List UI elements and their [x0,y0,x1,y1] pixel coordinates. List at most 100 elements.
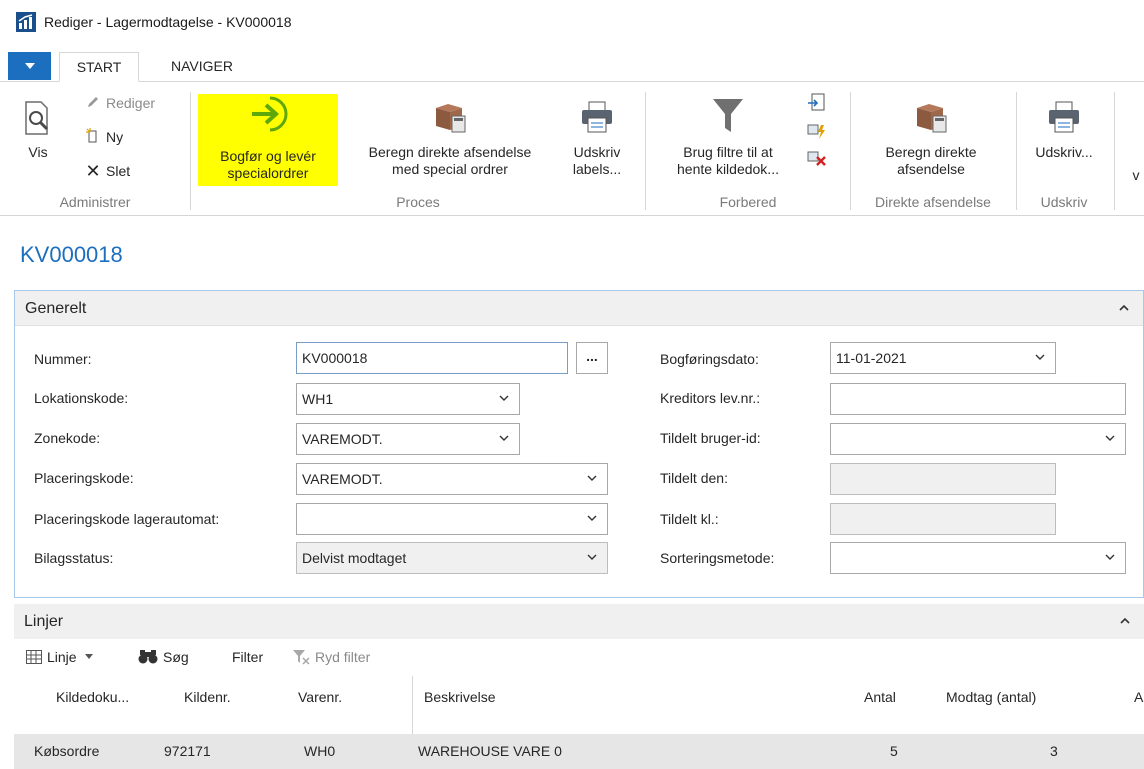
chevron-down-icon[interactable] [1035,354,1045,361]
column-header[interactable]: Kildenr. [184,689,231,705]
clear-filter-button[interactable]: Ryd filter [292,649,370,665]
sorteringsmetode-label: Sorteringsmetode: [660,550,775,566]
dropdown-arrow-icon [84,654,93,659]
ribbon: Vis Rediger Ny ✕ Slet Administrer Bogfør … [0,82,1144,216]
zonekode-field[interactable]: VAREMODT. [296,423,520,455]
tildelt-bruger-field[interactable] [830,423,1126,455]
document-lightning-icon[interactable] [806,121,828,143]
sorteringsmetode-field[interactable] [830,542,1126,574]
column-header[interactable]: Beskrivelse [424,689,496,705]
general-fasttab-header[interactable]: Generelt [15,291,1143,326]
new-document-icon [84,127,102,147]
chevron-down-icon[interactable] [587,475,597,482]
edit-button[interactable]: Rediger [84,92,155,114]
post-special-order-button[interactable]: Bogfør og levér specialordrer [198,94,338,186]
column-header[interactable]: Varenr. [298,689,342,705]
close-icon: ✕ [85,160,101,181]
ribbon-separator [1016,92,1017,210]
bilagsstatus-label: Bilagsstatus: [34,550,114,566]
application-menu-button[interactable] [8,52,51,80]
column-header[interactable]: Kildedoku... [56,689,129,705]
bogforingsdato-label: Bogføringsdato: [660,351,759,367]
arrow-right-circle-icon [252,96,288,132]
chevron-down-icon[interactable] [499,395,509,402]
bilagsstatus-field[interactable]: Delvist modtaget [296,542,608,574]
new-button[interactable]: Ny [84,126,123,148]
filter-funnel-icon [713,99,743,132]
clear-filter-icon [293,650,310,665]
chevron-up-icon[interactable] [1120,616,1130,626]
nummer-label: Nummer: [34,351,92,367]
print-labels-button[interactable]: Udskriv labels... [562,100,632,178]
ribbon-separator [850,92,851,210]
lines-fasttab-header[interactable]: Linjer [14,604,1144,639]
table-cell: WAREHOUSE VARE 0 [418,743,562,759]
tab-start[interactable]: START [59,52,139,82]
placeringskode-field[interactable]: VAREMODT. [296,463,608,495]
nummer-field[interactable]: KV000018 [296,342,568,374]
column-header[interactable]: A [1134,689,1144,705]
chevron-down-icon[interactable] [499,435,509,442]
tildelt-den-label: Tildelt den: [660,470,728,486]
window-title: Rediger - Lagermodtagelse - KV000018 [44,14,292,30]
boxes-calculator-icon [917,104,947,133]
chevron-up-icon[interactable] [1119,303,1129,313]
calculate-drop-shipment-button[interactable]: Beregn direkte afsendelse [856,100,1006,178]
table-cell: 5 [890,743,898,759]
tildelt-kl-label: Tildelt kl.: [660,511,719,527]
search-button[interactable]: Søg [138,649,189,665]
ribbon-separator [645,92,646,210]
bogforingsdato-field[interactable]: 11-01-2021 [830,342,1056,374]
ribbon-tabs: START NAVIGER [0,52,1144,82]
table-cell: 3 [1050,743,1058,759]
source-doc-small-icons [806,92,828,173]
chevron-down-icon[interactable] [1105,435,1115,442]
delete-button[interactable]: ✕ Slet [84,160,130,182]
group-label-udskriv: Udskriv [1040,194,1088,210]
lokationskode-field[interactable]: WH1 [296,383,520,415]
page-title: KV000018 [20,242,123,267]
lokationskode-label: Lokationskode: [34,390,129,406]
group-label-direkte: Direkte afsendelse [875,194,991,210]
column-header[interactable]: Antal [864,689,896,705]
group-label-forbered: Forbered [719,194,777,210]
zonekode-label: Zonekode: [34,430,101,446]
app-logo-icon [16,12,36,32]
document-import-icon[interactable] [806,92,828,114]
calculate-drop-shipment-special-button[interactable]: Beregn direkte afsendelse med special or… [342,100,558,178]
print-button[interactable]: Udskriv... [1024,100,1104,161]
ribbon-cut-off-button[interactable]: v [1128,167,1144,184]
document-delete-icon[interactable] [806,148,828,170]
placeringskode-lagerautomat-label: Placeringskode lagerautomat: [34,511,220,527]
get-source-documents-button[interactable]: Brug filtre til at hente kildedok... [658,96,798,178]
table-row[interactable]: Købsordre 972171 WH0 WAREHOUSE VARE 0 5 … [14,734,1144,769]
placeringskode-label: Placeringskode: [34,470,134,486]
line-menu-button[interactable]: Linje [26,649,93,665]
grid-icon [26,650,42,664]
placeringskode-lagerautomat-field[interactable] [296,503,608,535]
column-header[interactable]: Modtag (antal) [946,689,1036,705]
chevron-down-icon[interactable] [587,554,597,561]
kreditor-field[interactable] [830,383,1126,415]
tildelt-kl-field [830,503,1056,535]
title-bar: Rediger - Lagermodtagelse - KV000018 [0,0,1144,44]
tab-navigate[interactable]: NAVIGER [162,52,242,82]
pencil-icon [84,95,102,112]
table-cell: WH0 [304,743,336,759]
table-cell: 972171 [164,743,211,759]
binoculars-icon [138,650,158,664]
chevron-down-icon [24,63,35,69]
chevron-down-icon[interactable] [1105,554,1115,561]
ribbon-separator [190,92,191,210]
ribbon-separator [1114,92,1115,210]
chevron-down-icon[interactable] [587,515,597,522]
group-label-proces: Proces [396,194,440,210]
view-button[interactable]: Vis [18,100,58,161]
group-label-administrer: Administrer [59,194,131,210]
printer-icon [582,101,612,133]
lines-grid-header: Kildedoku... Kildenr. Varenr. Beskrivels… [14,676,1144,734]
filter-button[interactable]: Filter [232,649,263,665]
view-icon [25,101,49,135]
assist-edit-button[interactable]: ... [576,342,608,374]
boxes-calculator-icon [436,104,466,133]
